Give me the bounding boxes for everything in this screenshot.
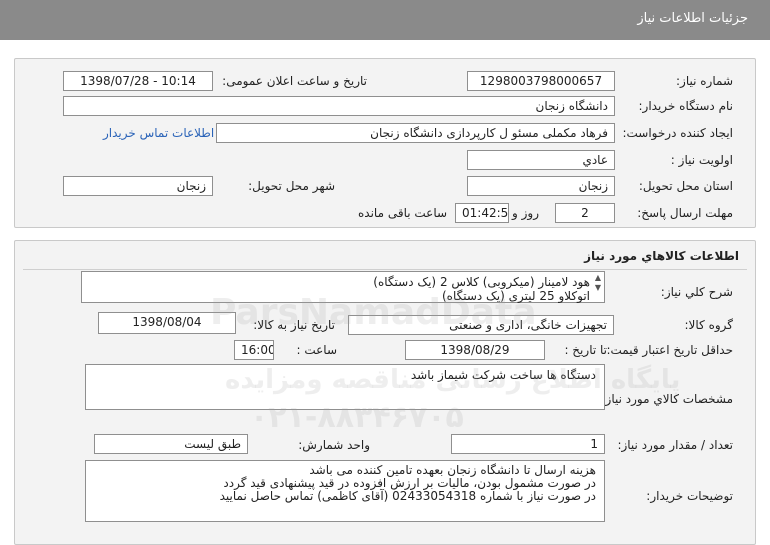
goods-group-label: گروه کالا: — [684, 318, 734, 332]
scroll-down-icon[interactable]: ▼ — [594, 284, 602, 292]
section-divider — [23, 269, 747, 270]
need-date-label: تاریخ نیاز به کالا: — [253, 318, 335, 332]
need-number-field: 1298003798000657 — [467, 71, 615, 91]
remaining-hours-label: ساعت باقی مانده — [358, 206, 448, 220]
deadline-days-field: 2 — [555, 203, 615, 223]
priority-field: عادي — [467, 150, 615, 170]
need-date-field: 1398/08/04 — [98, 312, 236, 334]
buyer-contact-link[interactable]: اطلاعات تماس خریدار — [103, 126, 214, 140]
delivery-city-label: شهر محل تحویل: — [248, 179, 335, 193]
unit-field: طبق لیست — [94, 434, 248, 454]
announce-datetime-label: تاریخ و ساعت اعلان عمومی: — [222, 74, 367, 88]
announce-datetime-field: 1398/07/28 - 10:14 — [63, 71, 213, 91]
general-desc-label: شرح کلي نياز: — [660, 285, 733, 299]
buyer-notes-label: توضیحات خریدار: — [646, 489, 733, 503]
until-date-field: 1398/08/29 — [405, 340, 545, 360]
buyer-notes-line-3: در صورت نیاز با شماره 02433054318 (آقای … — [219, 489, 596, 503]
buyer-notes-field[interactable]: هزینه ارسال تا دانشگاه زنجان بعهده تامین… — [85, 460, 605, 522]
deadline-time-field: 01:42:51 — [455, 203, 509, 223]
days-and-label: روز و — [512, 206, 539, 220]
general-desc-line-1: هود لامینار (میکروبی) کلاس 2 (یک دستگاه) — [373, 275, 590, 289]
goods-info-panel: اطلاعات کالاهاي مورد نياز شرح کلي نياز: … — [14, 240, 756, 545]
general-desc-line-2: اتوکلاو 25 لیتری (یک دستگاه) — [441, 289, 590, 303]
general-desc-field[interactable]: هود لامینار (میکروبی) کلاس 2 (یک دستگاه)… — [81, 271, 605, 303]
delivery-province-label: استان محل تحویل: — [638, 179, 733, 193]
delivery-city-field: زنجان — [63, 176, 213, 196]
quantity-field: 1 — [451, 434, 605, 454]
page-title: جزئیات اطلاعات نیاز — [637, 11, 748, 26]
request-creator-label: ایجاد کننده درخواست: — [622, 126, 733, 140]
need-details-panel: شماره نیاز: 1298003798000657 تاریخ و ساع… — [14, 58, 756, 228]
quantity-label: تعداد / مقدار مورد نیاز: — [617, 438, 733, 452]
goods-section-title: اطلاعات کالاهاي مورد نياز — [584, 249, 739, 263]
need-number-label: شماره نیاز: — [676, 74, 733, 88]
response-deadline-label: مهلت ارسال پاسخ: — [637, 206, 733, 220]
priority-label: اولویت نیاز : — [670, 153, 733, 167]
delivery-province-field: زنجان — [467, 176, 615, 196]
goods-group-field: تجهیزات خانگی، اداری و صنعتی — [348, 315, 614, 335]
buyer-org-label: نام دستگاه خریدار: — [638, 99, 734, 113]
page-header: جزئیات اطلاعات نیاز — [0, 0, 770, 40]
time-field: 16:00 — [234, 340, 274, 360]
request-creator-field: فرهاد مکملی مسئو ل کارپردازی دانشگاه زنج… — [216, 123, 615, 143]
specs-label: مشخصات کالاي مورد نياز: — [601, 392, 733, 406]
buyer-org-field: دانشگاه زنجان — [63, 96, 615, 116]
time-label: ساعت : — [296, 343, 337, 357]
min-validity-label: حداقل تاریخ اعتبار قیمت: — [606, 343, 733, 357]
specs-field[interactable]: دستگاه ها ساخت شرکت شیماز باشد — [85, 364, 605, 410]
scroll-up-icon[interactable]: ▲ — [594, 274, 602, 282]
until-date-label: تا تاریخ : — [564, 343, 607, 357]
unit-label: واحد شمارش: — [298, 438, 370, 452]
